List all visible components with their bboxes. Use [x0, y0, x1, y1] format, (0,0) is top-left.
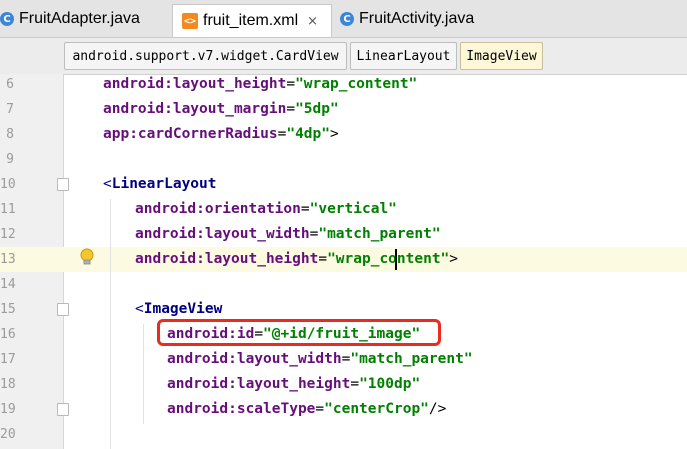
- line-number: 19: [0, 402, 16, 417]
- code-text: android:layout_width="match_parent": [167, 347, 473, 372]
- code-text: app:cardCornerRadius="4dp">: [103, 122, 339, 147]
- tab-label: FruitActivity.java: [359, 10, 475, 27]
- fold-marker[interactable]: [57, 403, 69, 416]
- line-number: 14: [0, 277, 16, 292]
- code-token: =: [300, 201, 310, 217]
- breadcrumb-imageview[interactable]: ImageView: [460, 42, 543, 70]
- code-text: android:orientation="vertical": [135, 197, 397, 222]
- code-token: <: [103, 176, 112, 192]
- annotation-highlight-box: [157, 319, 441, 346]
- tab-label: fruit_item.xml: [203, 12, 299, 29]
- java-class-icon: C: [340, 12, 354, 26]
- code-line[interactable]: 19 android:scaleType="centerCrop"/>: [0, 397, 687, 422]
- editor-tab-bar: C FruitAdapter.java <> fruit_item.xml × …: [0, 0, 687, 38]
- breadcrumb-cardview[interactable]: android.support.v7.widget.CardView: [64, 42, 347, 70]
- line-number: 13: [0, 252, 16, 267]
- line-number: 10: [0, 177, 16, 192]
- tab-fruit-item-xml[interactable]: <> fruit_item.xml ×: [172, 4, 332, 37]
- code-token: android:orientation: [135, 201, 301, 217]
- code-token: android:layout_height: [167, 376, 351, 392]
- code-text: android:layout_height="wrap_content">: [135, 247, 458, 272]
- code-token: >: [449, 251, 459, 267]
- line-number: 8: [6, 127, 14, 142]
- line-number: 7: [6, 102, 14, 117]
- code-token: android:scaleType: [167, 401, 316, 417]
- code-line[interactable]: 9: [0, 147, 687, 172]
- code-line[interactable]: 18 android:layout_height="100dp": [0, 372, 687, 397]
- code-token: "vertical": [309, 201, 397, 217]
- code-token: "match_parent": [318, 226, 441, 242]
- code-text: android:layout_margin="5dp": [103, 97, 339, 122]
- code-token: =: [350, 376, 360, 392]
- code-token: android:layout_height: [103, 76, 287, 92]
- code-line[interactable]: 8 app:cardCornerRadius="4dp">: [0, 122, 687, 147]
- line-number: 18: [0, 377, 16, 392]
- code-token: "wrap_content": [295, 76, 418, 92]
- code-line[interactable]: 13 android:layout_height="wrap_content">: [0, 247, 687, 272]
- line-number: 20: [0, 427, 16, 442]
- code-token: =: [286, 76, 296, 92]
- fold-marker[interactable]: [57, 303, 69, 316]
- code-text: android:scaleType="centerCrop"/>: [167, 397, 446, 422]
- code-token: "4dp": [286, 126, 330, 142]
- code-text: android:layout_height="wrap_content": [103, 72, 417, 97]
- tab-fruit-adapter[interactable]: C FruitAdapter.java: [0, 5, 166, 33]
- code-line[interactable]: 17 android:layout_width="match_parent": [0, 347, 687, 372]
- indent-guide: [110, 199, 111, 449]
- code-token: />: [428, 401, 447, 417]
- code-token: =: [318, 251, 328, 267]
- code-token: android:layout_height: [135, 251, 319, 267]
- fold-marker[interactable]: [57, 178, 69, 191]
- text-caret: [395, 249, 397, 270]
- line-number: 17: [0, 352, 16, 367]
- line-number: 6: [6, 77, 14, 92]
- indent-guide: [143, 324, 144, 424]
- code-token: android:layout_width: [167, 351, 342, 367]
- lightbulb-icon[interactable]: [79, 248, 95, 266]
- code-text: <LinearLayout: [103, 172, 217, 197]
- code-token: app:cardCornerRadius: [103, 126, 278, 142]
- code-line[interactable]: 12 android:layout_width="match_parent": [0, 222, 687, 247]
- code-token: android:layout_width: [135, 226, 310, 242]
- code-line[interactable]: 6 android:layout_height="wrap_content": [0, 72, 687, 97]
- code-line[interactable]: 7 android:layout_margin="5dp": [0, 97, 687, 122]
- code-token: android:layout_margin: [103, 101, 287, 117]
- line-number: 12: [0, 227, 16, 242]
- code-line[interactable]: 10 <LinearLayout: [0, 172, 687, 197]
- code-token: =: [315, 401, 325, 417]
- code-token: "5dp": [295, 101, 339, 117]
- code-token: <: [135, 301, 144, 317]
- code-line[interactable]: 20: [0, 422, 687, 447]
- code-text: android:layout_height="100dp": [167, 372, 420, 397]
- code-token: >: [330, 126, 339, 142]
- code-text: android:layout_width="match_parent": [135, 222, 441, 247]
- breadcrumb-linearlayout[interactable]: LinearLayout: [350, 42, 457, 70]
- code-line[interactable]: 11 android:orientation="vertical": [0, 197, 687, 222]
- breadcrumb: android.support.v7.widget.CardView Linea…: [0, 38, 687, 75]
- code-token: "wrap_content": [327, 251, 450, 267]
- code-token: LinearLayout: [111, 176, 217, 192]
- code-line[interactable]: 14: [0, 272, 687, 297]
- line-number: 9: [6, 152, 14, 167]
- line-number: 11: [0, 202, 16, 217]
- code-token: "centerCrop": [324, 401, 429, 417]
- java-class-icon: C: [0, 12, 14, 26]
- tab-label: FruitAdapter.java: [19, 10, 140, 27]
- code-token: "match_parent": [350, 351, 473, 367]
- code-token: ImageView: [143, 301, 223, 317]
- xml-file-icon: <>: [182, 13, 198, 29]
- line-number: 16: [0, 327, 16, 342]
- close-tab-icon[interactable]: ×: [307, 14, 318, 29]
- code-token: "100dp": [359, 376, 421, 392]
- code-token: =: [286, 101, 296, 117]
- tab-fruit-activity[interactable]: C FruitActivity.java: [340, 5, 515, 33]
- line-number: 15: [0, 302, 16, 317]
